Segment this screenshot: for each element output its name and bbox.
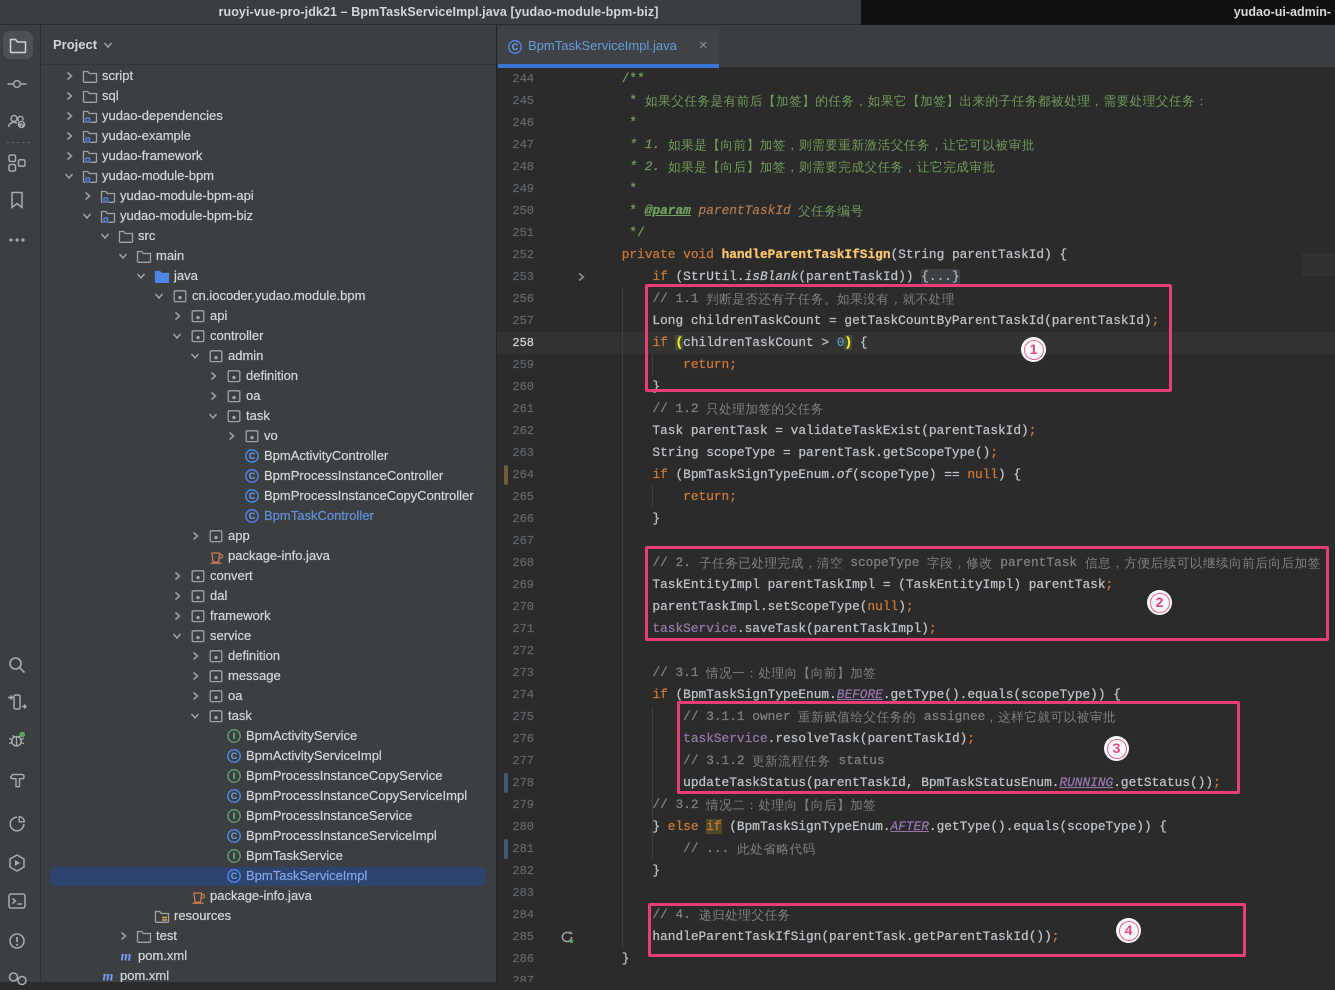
svg-text:I: I xyxy=(233,851,236,861)
svg-text:C: C xyxy=(512,42,519,52)
svg-text:C: C xyxy=(231,831,238,841)
svg-text:C: C xyxy=(249,511,256,521)
svg-text:C: C xyxy=(249,451,256,461)
svg-text:I: I xyxy=(233,811,236,821)
svg-text:I: I xyxy=(233,731,236,741)
svg-text:C: C xyxy=(249,471,256,481)
svg-text:C: C xyxy=(249,491,256,501)
svg-text:C: C xyxy=(231,871,238,881)
svg-text:C: C xyxy=(231,791,238,801)
svg-text:C: C xyxy=(231,751,238,761)
svg-text:?: ? xyxy=(19,120,24,129)
svg-text:m: m xyxy=(103,970,114,983)
svg-text:m: m xyxy=(121,950,132,965)
svg-text:I: I xyxy=(233,771,236,781)
